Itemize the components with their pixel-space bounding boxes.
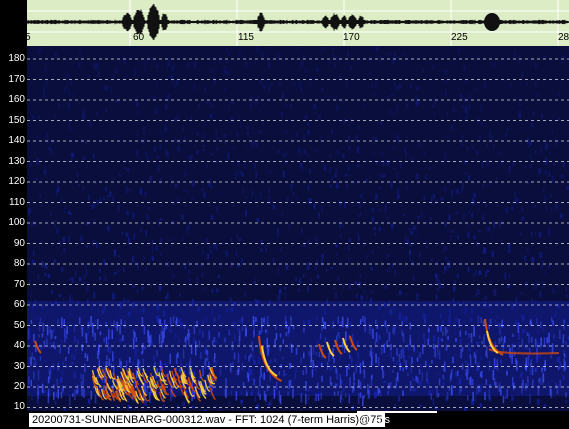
frequency-tick-label: 160: [8, 94, 25, 105]
frequency-tick-label: 140: [8, 135, 25, 146]
frequency-tick-label: 130: [8, 156, 25, 167]
waveform-panel[interactable]: 5 60 115 170 225 28: [27, 0, 569, 46]
frequency-tick-label: 10: [13, 401, 25, 412]
frequency-tick-label: 40: [13, 340, 25, 351]
info-bar: 20200731-SUNNENBARG-000312.wav - FFT: 10…: [27, 411, 569, 429]
time-tick-label: 170: [343, 32, 360, 43]
frequency-tick-label: 30: [13, 361, 25, 372]
time-scale-label: 40 ms: [360, 414, 390, 426]
frequency-tick-label: 70: [13, 279, 25, 290]
frequency-tick-label: 50: [13, 320, 25, 331]
frequency-tick-label: 110: [9, 197, 25, 208]
frequency-tick-label: 150: [8, 115, 25, 126]
time-scale-bar: [357, 411, 437, 413]
spectrogram-image: [27, 46, 569, 411]
frequency-tick-label: 60: [13, 299, 25, 310]
time-tick-label: 28: [558, 32, 569, 43]
frequency-tick-label: 170: [8, 74, 25, 85]
frequency-tick-label: 120: [8, 176, 25, 187]
frequency-tick-label: 80: [13, 258, 25, 269]
frequency-tick-label: 20: [13, 381, 25, 392]
time-tick-label: 225: [451, 32, 468, 43]
frequency-tick-label: 100: [8, 217, 25, 228]
frequency-tick-label: 180: [8, 53, 25, 64]
waveform-trace: [27, 0, 569, 46]
file-caption: 20200731-SUNNENBARG-000312.wav - FFT: 10…: [29, 413, 386, 427]
frequency-tick-label: 90: [13, 238, 25, 249]
spectrogram-panel[interactable]: [27, 46, 569, 411]
time-tick-label: 5: [27, 32, 31, 43]
time-tick-label: 115: [238, 32, 254, 43]
time-tick-label: 60: [133, 32, 145, 43]
